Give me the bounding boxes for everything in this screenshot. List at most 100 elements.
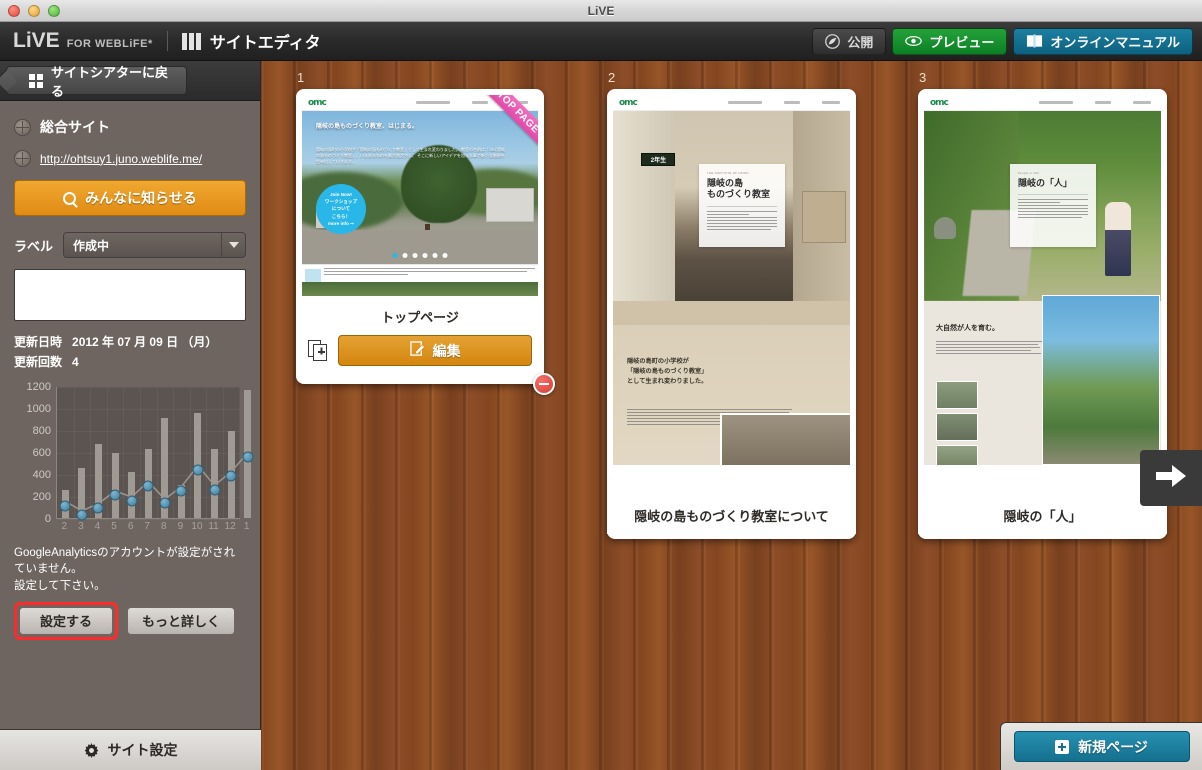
sidebar-body: 総合サイト http://ohtsuy1.juno.weblife.me/ みん…	[0, 101, 260, 640]
hero-photo: People in OKI 隠岐の「人」	[924, 111, 1161, 301]
chart-x-tick: 5	[111, 520, 117, 532]
ga-warning-line: GoogleAnalyticsのアカウントが設定がされていません。	[14, 546, 236, 576]
count-row: 更新回数 4	[14, 353, 246, 373]
site-logo: omc	[619, 97, 638, 108]
overlay-sheet: People in OKI 隠岐の「人」	[1010, 164, 1096, 247]
label-caption: ラベル	[14, 238, 54, 254]
chart-x-tick: 3	[78, 520, 84, 532]
next-page-button[interactable]	[1140, 450, 1202, 506]
app-window: LiVE LiVE FOR WEBLiFE* サイトエディタ 公開 プレビュー	[0, 0, 1202, 770]
thumb-nav-items	[1039, 101, 1155, 104]
online-manual-button[interactable]: オンラインマニュアル	[1013, 27, 1193, 55]
chart-data-point	[242, 451, 254, 463]
chart-line-series	[64, 452, 249, 512]
label-select[interactable]: 作成中	[63, 232, 246, 258]
join-now-badge[interactable]: Join Now! ワークショップ について こちら！ more info ⇒	[316, 184, 366, 234]
page-title: 隠岐の「人」	[918, 495, 1167, 534]
ga-configure-button[interactable]: 設定する	[19, 606, 113, 635]
thumb-site-nav: omc	[924, 95, 1161, 111]
chart-y-tick: 1200	[26, 380, 51, 393]
thumb-site-nav: omc	[613, 95, 850, 111]
ga-configure-highlight: 設定する	[14, 601, 118, 640]
site-settings-label: サイト設定	[107, 742, 178, 758]
ga-actions: 設定する もっと詳しく	[14, 601, 246, 640]
publish-button[interactable]: 公開	[812, 27, 887, 55]
page-title: トップページ	[296, 296, 544, 335]
window-title: LiVE	[587, 3, 615, 18]
hero-heading: 隠岐の島ものづくり教室、はじまる。	[316, 124, 419, 130]
chart-x-tick: 11	[208, 520, 219, 532]
page-card[interactable]: 1 omc 隠岐の島ものづくり教室、はじまる。 隠岐の島町の小学校が「隠岐の島も…	[296, 70, 555, 395]
chart-data-point	[126, 495, 138, 507]
thumb-nav-items	[728, 101, 844, 104]
publish-label: 公開	[847, 34, 874, 50]
plus-icon	[1055, 739, 1070, 754]
page-card[interactable]: 3 omc People in OKI 隠岐の「人」 大自然が人を育む。 隠岐の…	[918, 70, 1167, 539]
editor-title: サイトエディタ	[209, 35, 321, 52]
grid-icon	[29, 73, 43, 88]
page-thumbnail[interactable]: omc People in OKI 隠岐の「人」 大自然が人を育む。	[924, 95, 1161, 495]
thumb-nav-items	[416, 101, 532, 104]
chart-x-tick: 2	[61, 520, 68, 532]
new-page-label: 新規ページ	[1078, 738, 1148, 755]
toolbar-actions: 公開 プレビュー オンラインマニュアル	[812, 27, 1193, 55]
hero-photo: 隠岐の島ものづくり教室、はじまる。 隠岐の島町の小学校が「隠岐の島ものづくり教室…	[302, 111, 538, 264]
page-thumbnail[interactable]: omc 隠岐の島ものづくり教室、はじまる。 隠岐の島町の小学校が「隠岐の島ものづ…	[302, 95, 538, 296]
chart-data-point	[109, 489, 121, 501]
new-page-button[interactable]: 新規ページ	[1013, 731, 1190, 762]
ga-warning-line: 設定して下さい。	[14, 579, 106, 592]
chevron-down-icon	[221, 233, 245, 257]
manual-label: オンラインマニュアル	[1050, 34, 1180, 50]
sheet-kicker: People in OKI	[1018, 171, 1040, 175]
chart-plot-area	[56, 386, 254, 521]
announce-label: みんなに知らせる	[85, 190, 197, 206]
chart-data-point	[76, 509, 88, 521]
site-settings-button[interactable]: サイト設定	[0, 729, 261, 770]
chart-x-tick: 10	[191, 520, 203, 532]
badge-line: more info ⇒	[327, 220, 355, 226]
chart-x-tick: 7	[144, 520, 150, 532]
os-title-bar: LiVE	[0, 0, 1202, 22]
search-icon	[63, 191, 77, 205]
edit-page-button[interactable]: 編集	[338, 335, 532, 366]
chart-y-tick: 0	[44, 512, 51, 525]
toolbar-divider	[166, 31, 168, 51]
page-number: 1	[297, 70, 305, 85]
site-logo: omc	[930, 97, 949, 108]
ga-more-button[interactable]: もっと詳しく	[127, 606, 236, 635]
gear-icon	[84, 742, 99, 758]
updated-row: 更新日時 2012 年 07 月 09 日 （月）	[14, 333, 246, 353]
page-thumbnail[interactable]: omc 2年生 THE INSTITUTE OF OKINO 隠岐の島 ものづく…	[613, 95, 850, 495]
sidebar-header: サイトシアターに戻る	[0, 61, 260, 101]
wood-section: 隠岐の島町の小学校が 「隠岐の島ものづくり教室」 として生まれ変わりました。	[613, 301, 850, 465]
chart-data-point	[92, 502, 104, 514]
delete-page-button[interactable]	[533, 373, 555, 395]
sheet-kicker: THE INSTITUTE OF OKINO	[707, 171, 749, 175]
page-card[interactable]: 2 omc 2年生 THE INSTITUTE OF OKINO 隠岐の島 もの…	[607, 70, 856, 539]
site-url-row[interactable]: http://ohtsuy1.juno.weblife.me/	[14, 150, 246, 167]
memo-textarea[interactable]	[14, 269, 246, 321]
new-page-panel: 新規ページ	[1000, 722, 1202, 770]
chart-x-tick: 9	[177, 520, 184, 532]
announce-button[interactable]: みんなに知らせる	[14, 180, 246, 216]
ga-warning-text: GoogleAnalyticsのアカウントが設定がされていません。設定して下さい…	[14, 545, 246, 595]
thumb-footer-strip	[302, 264, 538, 296]
slider-dots[interactable]	[392, 253, 448, 258]
section-heading: 隠岐の島町の小学校が 「隠岐の島ものづくり教室」 として生まれ変わりました。	[627, 358, 708, 385]
overlay-sheet: THE INSTITUTE OF OKINO 隠岐の島 ものづくり教室	[699, 164, 785, 247]
duplicate-page-button[interactable]	[308, 339, 328, 362]
site-name: 総合サイト	[40, 119, 110, 135]
chart-y-tick: 800	[32, 424, 51, 437]
analytics-chart: 1200 1000 800 600 400 200 0 2 3 4 5 6 7 8 9 10 11 12 1	[14, 381, 254, 537]
site-url-link[interactable]: http://ohtsuy1.juno.weblife.me/	[40, 152, 202, 166]
back-to-site-theater-button[interactable]: サイトシアターに戻る	[6, 65, 187, 99]
page-canvas: 1 omc 隠岐の島ものづくり教室、はじまる。 隠岐の島町の小学校が「隠岐の島も…	[261, 61, 1202, 770]
sheet-title: 隠岐の「人」	[1018, 178, 1073, 188]
sheet-title: 隠岐の島 ものづくり教室	[707, 178, 771, 200]
thumb-site-nav: omc	[302, 95, 538, 111]
preview-button[interactable]: プレビュー	[892, 27, 1008, 55]
publish-icon	[825, 33, 841, 49]
globe-icon	[14, 118, 31, 136]
updated-label: 更新日時	[14, 335, 63, 349]
badge-line: こちら！	[331, 213, 351, 219]
